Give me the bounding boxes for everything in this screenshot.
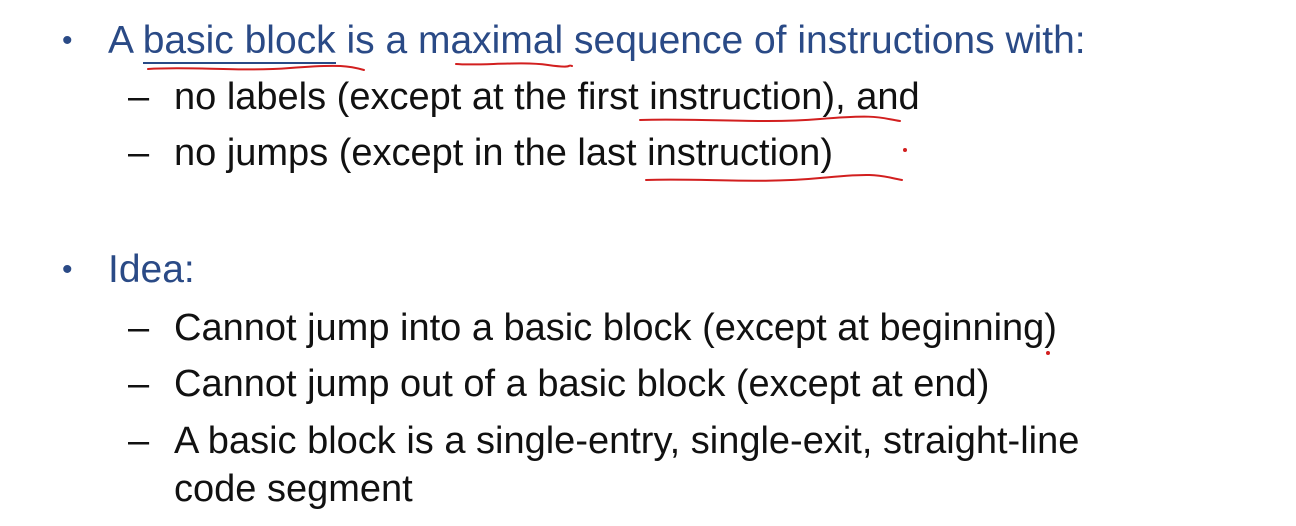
sub-item-cannot-jump-out: – Cannot jump out of a basic block (excep… — [128, 361, 989, 407]
sub-item-text: Cannot jump into a basic block (except a… — [174, 307, 1057, 349]
slide: • A basic block is a maximal sequence of … — [0, 0, 1296, 526]
dash-marker: – — [128, 420, 150, 462]
ink-dot — [903, 148, 907, 152]
sub-item-no-labels: – no labels (except at the first instruct… — [128, 74, 920, 120]
sub-item-continuation: code segment — [174, 466, 413, 512]
bullet-text-suffix: is a maximal sequence of instructions wi… — [335, 19, 1086, 62]
sub-item-text: Cannot jump out of a basic block (except… — [174, 363, 990, 405]
basic-block-term: basic block — [142, 19, 336, 64]
sub-item-text: no jumps (except in the last instruction… — [174, 132, 833, 174]
dash-marker: – — [128, 307, 150, 349]
bullet-marker: • — [62, 253, 73, 286]
dash-marker: – — [128, 76, 150, 118]
sub-item-text: code segment — [174, 468, 413, 510]
sub-item-text: A basic block is a single-entry, single-… — [174, 420, 1080, 462]
ink-dot — [1046, 351, 1050, 355]
bullet-text-prefix: A — [108, 19, 143, 62]
sub-item-no-jumps: – no jumps (except in the last instructio… — [128, 130, 833, 176]
bullet-text: Idea: — [108, 248, 195, 291]
sub-item-text: no labels (except at the first instructi… — [174, 76, 920, 118]
underline-basic-block — [147, 64, 365, 71]
sub-item-cannot-jump-into: – Cannot jump into a basic block (except … — [128, 305, 1057, 351]
bullet-basic-block-definition: • A basic block is a maximal sequence of … — [62, 18, 1086, 64]
bullet-idea: • Idea: — [62, 247, 195, 293]
dash-marker: – — [128, 132, 150, 174]
dash-marker: – — [128, 363, 150, 405]
bullet-marker: • — [62, 24, 73, 57]
sub-item-single-entry-exit: – A basic block is a single-entry, single… — [128, 418, 1079, 464]
